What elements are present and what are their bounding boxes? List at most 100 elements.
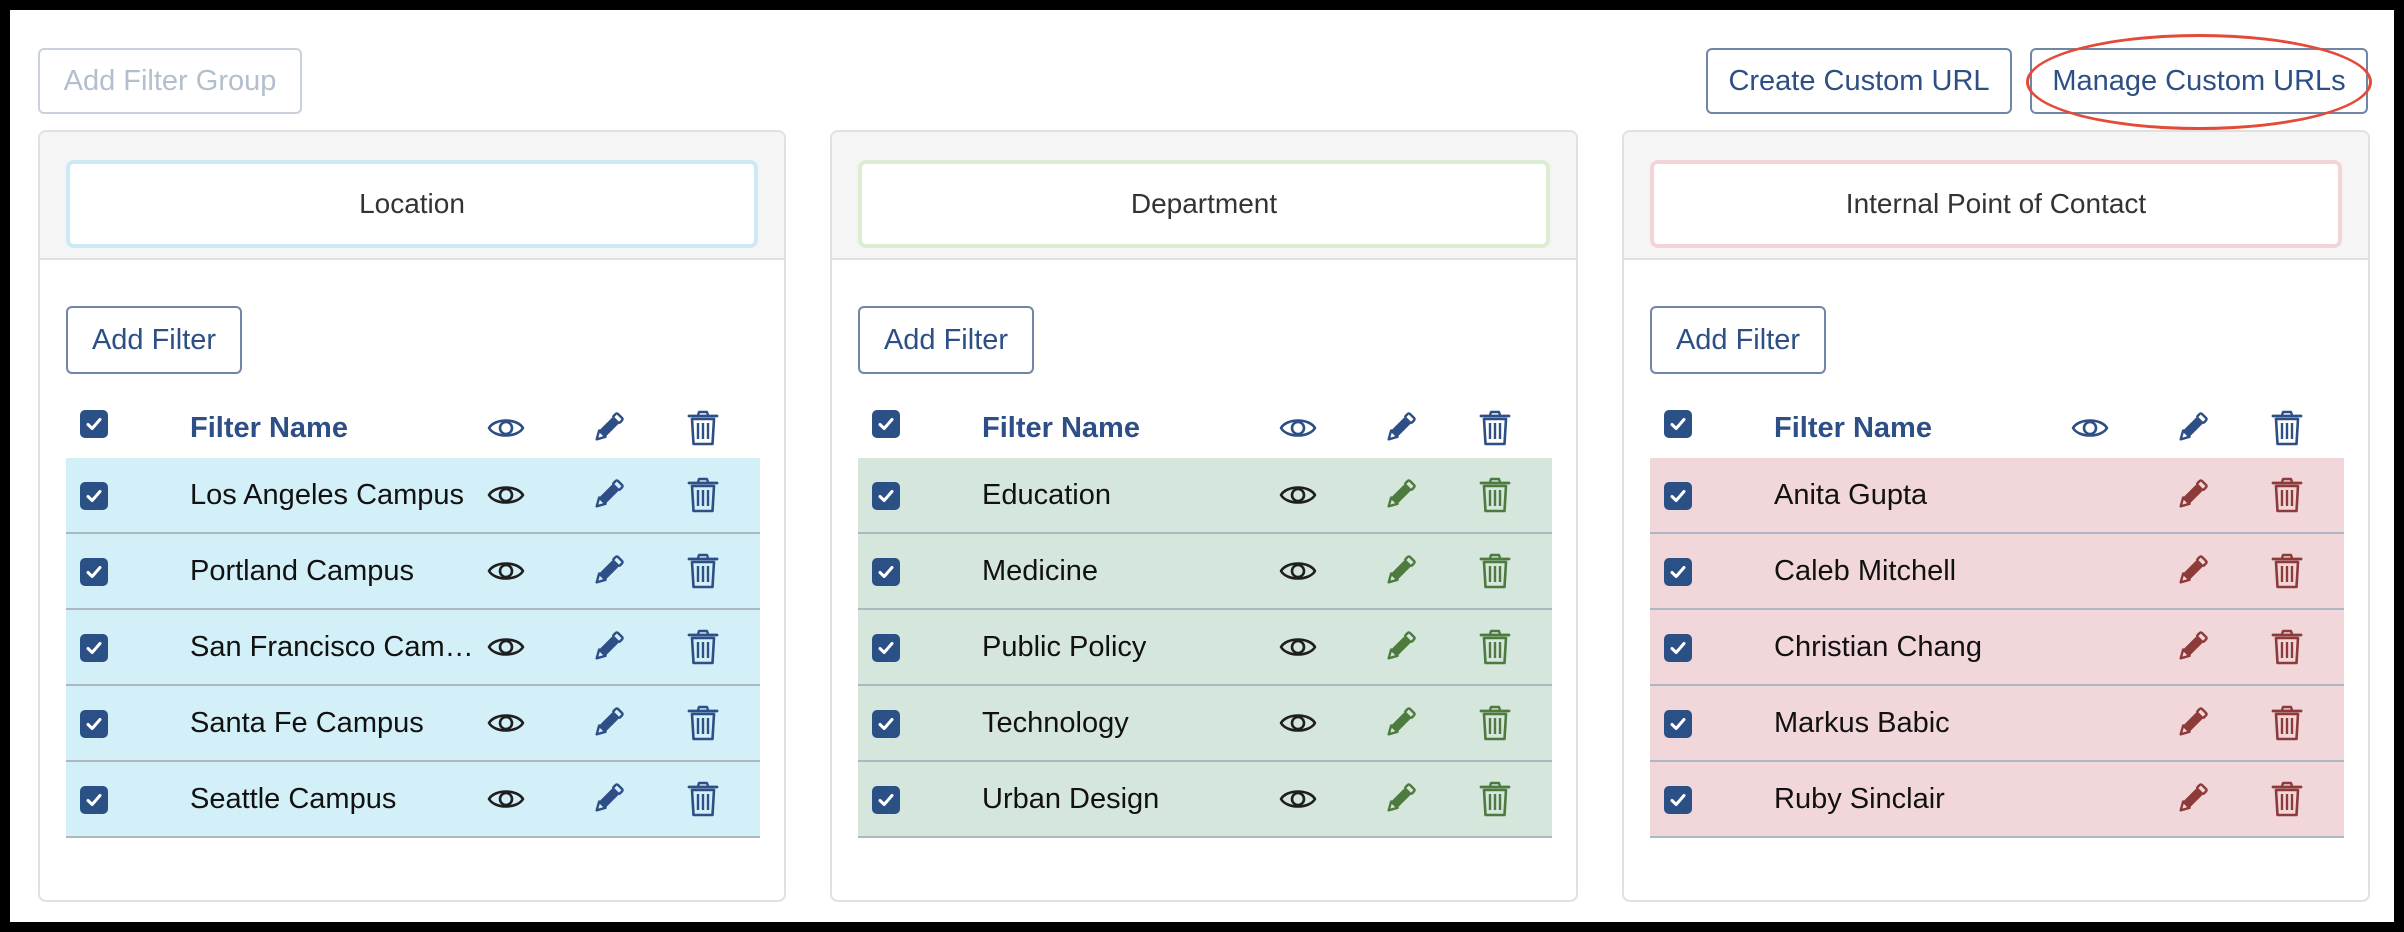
filter-name-column-header: Filter Name — [190, 411, 348, 444]
pencil-icon[interactable] — [2170, 625, 2214, 669]
row-checkbox[interactable] — [872, 710, 900, 738]
table-row: Markus Babic — [1650, 686, 2344, 762]
row-checkbox[interactable] — [872, 558, 900, 586]
pencil-icon[interactable] — [1378, 701, 1422, 745]
trash-icon — [1473, 406, 1517, 450]
pencil-icon[interactable] — [586, 473, 630, 517]
pencil-icon[interactable] — [1378, 777, 1422, 821]
row-checkbox[interactable] — [80, 710, 108, 738]
checkmark-icon — [86, 794, 102, 806]
table-row: Technology — [858, 686, 1552, 762]
checkmark-icon — [878, 794, 894, 806]
select-all-checkbox[interactable] — [1664, 410, 1692, 438]
pencil-icon — [2170, 406, 2214, 450]
pencil-icon[interactable] — [586, 777, 630, 821]
row-checkbox[interactable] — [80, 482, 108, 510]
add-filter-button[interactable]: Add Filter — [66, 306, 242, 374]
checkmark-icon — [86, 418, 102, 430]
eye-icon[interactable] — [1276, 473, 1320, 517]
filter-group-card: Internal Point of Contact Add Filter Filte… — [1622, 130, 2370, 902]
eye-icon[interactable] — [1276, 625, 1320, 669]
trash-icon[interactable] — [2265, 701, 2309, 745]
row-checkbox[interactable] — [1664, 558, 1692, 586]
checkmark-icon — [1670, 418, 1686, 430]
row-checkbox[interactable] — [80, 558, 108, 586]
row-checkbox[interactable] — [872, 634, 900, 662]
pencil-icon — [586, 406, 630, 450]
table-row: Portland Campus — [66, 534, 760, 610]
eye-icon[interactable] — [1276, 549, 1320, 593]
eye-icon — [2068, 406, 2112, 450]
filter-group-name[interactable]: Department — [858, 160, 1550, 248]
trash-icon[interactable] — [681, 777, 725, 821]
pencil-icon[interactable] — [2170, 473, 2214, 517]
trash-icon[interactable] — [681, 549, 725, 593]
checkmark-icon — [86, 642, 102, 654]
row-checkbox[interactable] — [1664, 786, 1692, 814]
eye-icon[interactable] — [484, 701, 528, 745]
checkmark-icon — [1670, 642, 1686, 654]
pencil-icon[interactable] — [2170, 549, 2214, 593]
filter-group-name[interactable]: Internal Point of Contact — [1650, 160, 2342, 248]
filter-table-body: Anita Gupta Caleb Mitchell Christian Chang… — [1650, 458, 2344, 838]
eye-icon[interactable] — [484, 473, 528, 517]
row-checkbox[interactable] — [80, 634, 108, 662]
row-checkbox[interactable] — [80, 786, 108, 814]
eye-icon[interactable] — [1276, 701, 1320, 745]
row-checkbox[interactable] — [1664, 710, 1692, 738]
eye-icon — [484, 406, 528, 450]
pencil-icon[interactable] — [1378, 473, 1422, 517]
checkmark-icon — [86, 718, 102, 730]
filter-name: Anita Gupta — [1774, 478, 1928, 511]
trash-icon[interactable] — [681, 625, 725, 669]
add-filter-button[interactable]: Add Filter — [1650, 306, 1826, 374]
select-all-checkbox[interactable] — [80, 410, 108, 438]
trash-icon[interactable] — [2265, 625, 2309, 669]
eye-icon[interactable] — [484, 777, 528, 821]
filter-group-header: Internal Point of Contact — [1624, 132, 2368, 260]
pencil-icon[interactable] — [1378, 549, 1422, 593]
create-custom-url-button[interactable]: Create Custom URL — [1706, 48, 2012, 114]
pencil-icon[interactable] — [586, 701, 630, 745]
table-row: Seattle Campus — [66, 762, 760, 838]
row-checkbox[interactable] — [872, 482, 900, 510]
trash-icon[interactable] — [1473, 777, 1517, 821]
filter-name: Public Policy — [982, 630, 1147, 663]
trash-icon[interactable] — [1473, 473, 1517, 517]
checkmark-icon — [878, 642, 894, 654]
pencil-icon[interactable] — [586, 625, 630, 669]
trash-icon[interactable] — [1473, 625, 1517, 669]
filter-name: Technology — [982, 706, 1129, 739]
table-row: Public Policy — [858, 610, 1552, 686]
filter-group-name[interactable]: Location — [66, 160, 758, 248]
trash-icon[interactable] — [2265, 473, 2309, 517]
trash-icon[interactable] — [681, 701, 725, 745]
eye-icon[interactable] — [484, 549, 528, 593]
pencil-icon — [1378, 406, 1422, 450]
row-checkbox[interactable] — [1664, 482, 1692, 510]
eye-icon[interactable] — [484, 625, 528, 669]
select-all-checkbox[interactable] — [872, 410, 900, 438]
trash-icon[interactable] — [1473, 701, 1517, 745]
trash-icon[interactable] — [2265, 549, 2309, 593]
checkmark-icon — [1670, 490, 1686, 502]
pencil-icon[interactable] — [586, 549, 630, 593]
pencil-icon[interactable] — [2170, 777, 2214, 821]
filter-name: Los Angeles Campus — [190, 478, 465, 511]
manage-custom-urls-button[interactable]: Manage Custom URLs — [2030, 48, 2368, 114]
row-checkbox[interactable] — [1664, 634, 1692, 662]
checkmark-icon — [878, 490, 894, 502]
trash-icon[interactable] — [2265, 777, 2309, 821]
trash-icon[interactable] — [681, 473, 725, 517]
eye-icon[interactable] — [1276, 777, 1320, 821]
filter-name: Markus Babic — [1774, 706, 1950, 739]
row-checkbox[interactable] — [872, 786, 900, 814]
filter-group-card: Department Add Filter Filter Name Education… — [830, 130, 1578, 902]
pencil-icon[interactable] — [1378, 625, 1422, 669]
add-filter-group-button[interactable]: Add Filter Group — [38, 48, 302, 114]
table-row: Ruby Sinclair — [1650, 762, 2344, 838]
add-filter-button[interactable]: Add Filter — [858, 306, 1034, 374]
pencil-icon[interactable] — [2170, 701, 2214, 745]
trash-icon — [681, 406, 725, 450]
trash-icon[interactable] — [1473, 549, 1517, 593]
